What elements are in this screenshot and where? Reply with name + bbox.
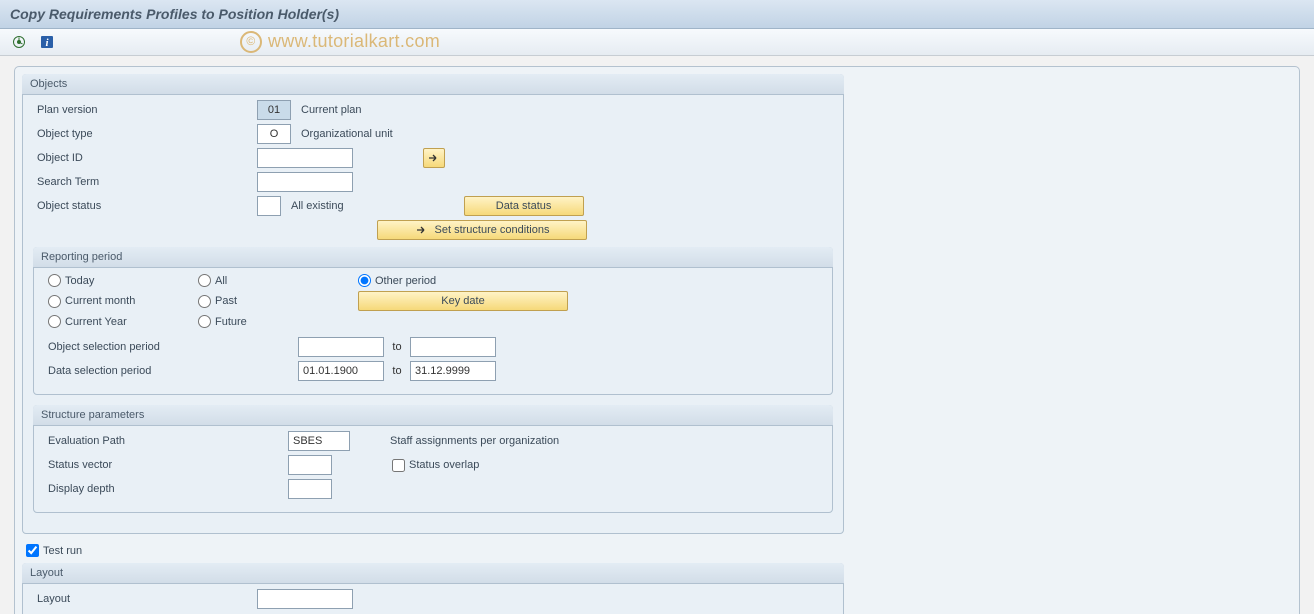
- radio-past-label: Past: [215, 295, 237, 307]
- evaluation-path-label: Evaluation Path: [44, 435, 288, 447]
- multiple-selection-button[interactable]: [423, 148, 445, 168]
- layout-label: Layout: [33, 593, 257, 605]
- selection-screen: Objects Plan version Current plan Object…: [14, 66, 1300, 614]
- status-overlap-label: Status overlap: [409, 459, 479, 471]
- object-id-label: Object ID: [33, 152, 257, 164]
- radio-today[interactable]: Today: [48, 274, 198, 287]
- object-type-label: Object type: [33, 128, 257, 140]
- data-selection-to-input[interactable]: [410, 361, 496, 381]
- evaluation-path-desc: Staff assignments per organization: [390, 435, 559, 447]
- execute-button[interactable]: [8, 31, 30, 53]
- object-type-input[interactable]: [257, 124, 291, 144]
- watermark: www.tutorialkart.com: [240, 31, 440, 53]
- execute-icon: [12, 35, 26, 49]
- set-structure-conditions-label: Set structure conditions: [435, 224, 550, 236]
- set-structure-conditions-button[interactable]: Set structure conditions: [377, 220, 587, 240]
- object-selection-to-input[interactable]: [410, 337, 496, 357]
- display-depth-input[interactable]: [288, 479, 332, 499]
- reporting-period-group: Reporting period Today All Other period …: [33, 247, 833, 395]
- objects-group: Objects Plan version Current plan Object…: [22, 74, 844, 534]
- search-term-label: Search Term: [33, 176, 257, 188]
- page-title: Copy Requirements Profiles to Position H…: [0, 0, 1314, 29]
- status-vector-label: Status vector: [44, 459, 288, 471]
- info-button[interactable]: i: [36, 31, 58, 53]
- plan-version-input[interactable]: [257, 100, 291, 120]
- layout-group: Layout Layout: [22, 563, 844, 614]
- object-status-label: Object status: [33, 200, 257, 212]
- object-id-input[interactable]: [257, 148, 353, 168]
- data-status-button[interactable]: Data status: [464, 196, 584, 216]
- radio-all-label: All: [215, 275, 227, 287]
- arrow-right-icon: [415, 224, 429, 236]
- layout-input[interactable]: [257, 589, 353, 609]
- object-selection-period-label: Object selection period: [44, 341, 268, 353]
- radio-current-month-label: Current month: [65, 295, 135, 307]
- evaluation-path-input[interactable]: [288, 431, 350, 451]
- test-run-checkbox[interactable]: Test run: [26, 544, 1292, 557]
- arrow-right-icon: [427, 152, 441, 164]
- radio-future-label: Future: [215, 316, 247, 328]
- object-type-desc: Organizational unit: [301, 128, 393, 140]
- structure-parameters-group: Structure parameters Evaluation Path Sta…: [33, 405, 833, 513]
- radio-current-year-label: Current Year: [65, 316, 127, 328]
- status-vector-input[interactable]: [288, 455, 332, 475]
- radio-current-year[interactable]: Current Year: [48, 315, 198, 328]
- objects-group-title: Objects: [22, 74, 844, 95]
- status-overlap-checkbox[interactable]: Status overlap: [392, 459, 479, 472]
- data-selection-from-input[interactable]: [298, 361, 384, 381]
- plan-version-desc: Current plan: [301, 104, 362, 116]
- display-depth-label: Display depth: [44, 483, 288, 495]
- radio-today-label: Today: [65, 275, 94, 287]
- layout-group-title: Layout: [22, 563, 844, 584]
- radio-current-month[interactable]: Current month: [48, 295, 198, 308]
- key-date-button[interactable]: Key date: [358, 291, 568, 311]
- info-icon: i: [40, 35, 54, 49]
- reporting-period-title: Reporting period: [33, 247, 833, 268]
- radio-future[interactable]: Future: [198, 315, 358, 328]
- radio-past[interactable]: Past: [198, 295, 358, 308]
- radio-other-period[interactable]: Other period: [358, 274, 558, 287]
- radio-other-label: Other period: [375, 275, 436, 287]
- radio-all[interactable]: All: [198, 274, 358, 287]
- test-run-label: Test run: [43, 545, 82, 557]
- object-selection-from-input[interactable]: [298, 337, 384, 357]
- object-status-input[interactable]: [257, 196, 281, 216]
- structure-parameters-title: Structure parameters: [33, 405, 833, 426]
- to-label-2: to: [384, 365, 410, 377]
- plan-version-label: Plan version: [33, 104, 257, 116]
- search-term-input[interactable]: [257, 172, 353, 192]
- toolbar: i www.tutorialkart.com: [0, 29, 1314, 56]
- data-selection-period-label: Data selection period: [44, 365, 268, 377]
- to-label-1: to: [384, 341, 410, 353]
- object-status-desc: All existing: [291, 200, 344, 212]
